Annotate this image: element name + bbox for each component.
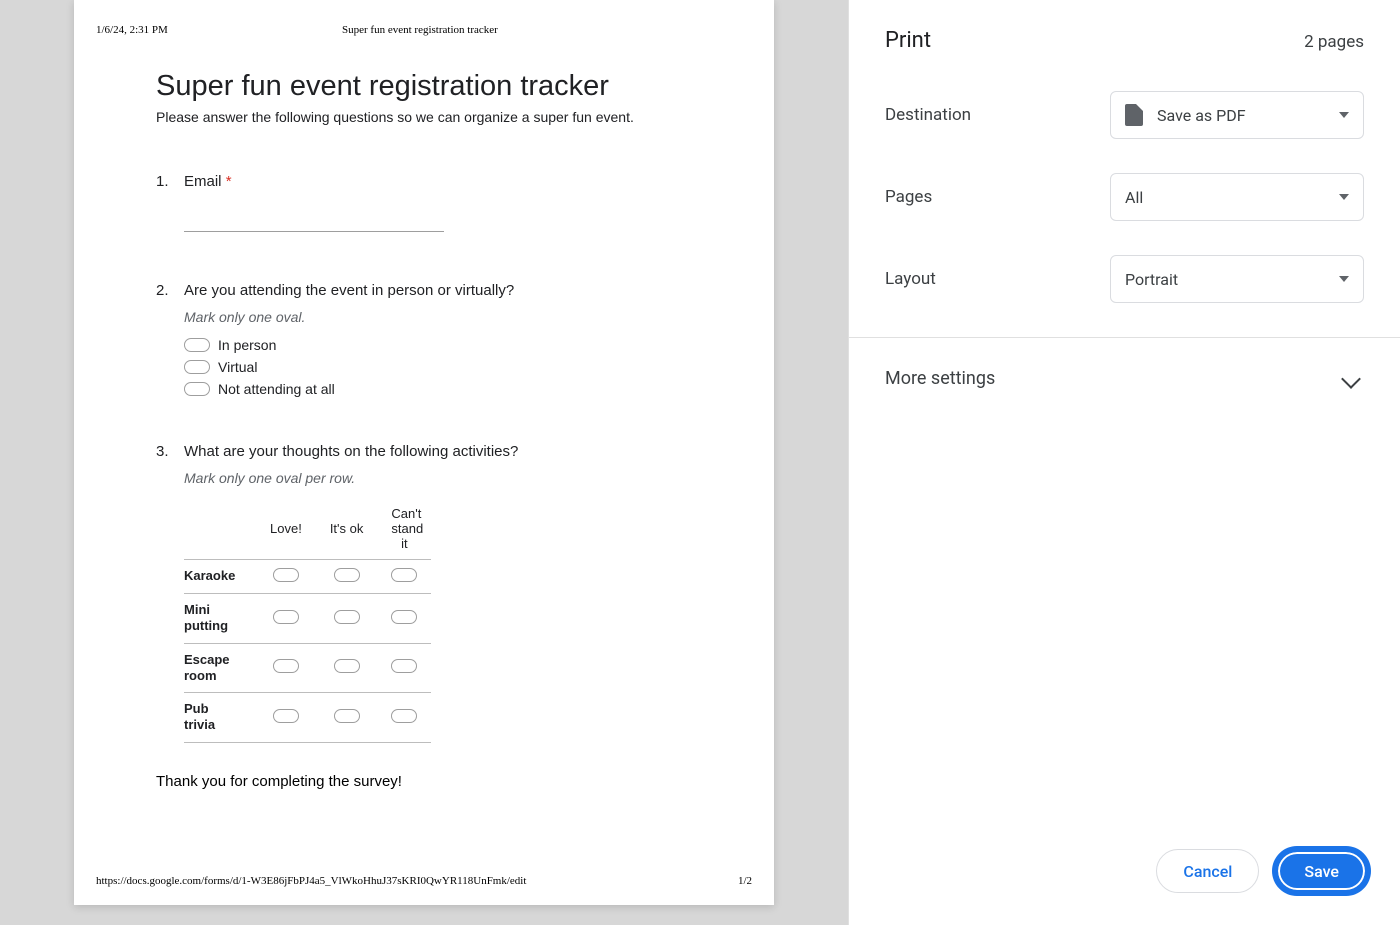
oval-icon	[184, 338, 210, 352]
option-label: Virtual	[218, 359, 257, 375]
grid-row: Pub trivia	[184, 693, 431, 743]
required-star: *	[226, 173, 232, 190]
option-label: In person	[218, 337, 276, 353]
oval-icon	[391, 659, 417, 673]
destination-select[interactable]: Save as PDF	[1110, 91, 1364, 139]
page-count: 2 pages	[1304, 32, 1364, 52]
chevron-down-icon	[1339, 112, 1349, 118]
question-2: 2. Are you attending the event in person…	[156, 282, 692, 403]
option-row: In person	[184, 337, 692, 353]
oval-icon	[334, 610, 360, 624]
question-text: Are you attending the event in person or…	[184, 282, 692, 299]
oval-icon	[184, 360, 210, 374]
oval-icon	[334, 568, 360, 582]
destination-label: Destination	[885, 105, 971, 125]
option-label: Not attending at all	[218, 381, 335, 397]
print-settings-panel: Print 2 pages Destination Save as PDF Pa…	[848, 0, 1400, 925]
oval-icon	[391, 709, 417, 723]
question-number: 1.	[156, 173, 184, 242]
page-timestamp: 1/6/24, 2:31 PM	[96, 24, 168, 36]
oval-icon	[184, 382, 210, 396]
pdf-icon	[1125, 104, 1143, 126]
grid-col-header: It's ok	[316, 498, 378, 560]
grid-row-label: Pub trivia	[184, 693, 256, 743]
question-hint: Mark only one oval.	[184, 309, 692, 325]
oval-icon	[273, 709, 299, 723]
layout-select[interactable]: Portrait	[1110, 255, 1364, 303]
page-header-title: Super fun event registration tracker	[168, 24, 672, 36]
grid-row: Mini putting	[184, 594, 431, 644]
more-settings-toggle[interactable]: More settings	[885, 338, 1364, 419]
grid-col-header: Can't stand it	[377, 498, 431, 560]
page-header: 1/6/24, 2:31 PM Super fun event registra…	[96, 24, 752, 36]
layout-label: Layout	[885, 269, 936, 289]
pages-value: All	[1125, 188, 1143, 207]
chevron-down-icon	[1341, 369, 1361, 389]
form-description: Please answer the following questions so…	[156, 109, 692, 125]
destination-value: Save as PDF	[1157, 106, 1246, 125]
save-button[interactable]: Save	[1275, 849, 1368, 893]
question-text: What are your thoughts on the following …	[184, 443, 692, 460]
pages-select[interactable]: All	[1110, 173, 1364, 221]
grid-row-label: Mini putting	[184, 594, 256, 644]
preview-page: 1/6/24, 2:31 PM Super fun event registra…	[74, 0, 774, 905]
layout-value: Portrait	[1125, 270, 1178, 289]
question-number: 2.	[156, 282, 184, 403]
question-text: Email	[184, 173, 222, 190]
grid-row-label: Escape room	[184, 643, 256, 693]
oval-icon	[391, 610, 417, 624]
page-footer: https://docs.google.com/forms/d/1-W3E86j…	[96, 875, 752, 887]
chevron-down-icon	[1339, 194, 1349, 200]
email-input-line	[184, 204, 444, 232]
oval-icon	[334, 659, 360, 673]
cancel-button[interactable]: Cancel	[1156, 849, 1259, 893]
pages-label: Pages	[885, 187, 932, 207]
more-settings-label: More settings	[885, 368, 995, 389]
chevron-down-icon	[1339, 276, 1349, 282]
oval-icon	[334, 709, 360, 723]
question-1: 1. Email *	[156, 173, 692, 242]
thank-you-text: Thank you for completing the survey!	[156, 773, 692, 790]
grid-row: Karaoke	[184, 560, 431, 594]
option-row: Not attending at all	[184, 381, 692, 397]
option-row: Virtual	[184, 359, 692, 375]
print-preview-area: 1/6/24, 2:31 PM Super fun event registra…	[0, 0, 848, 925]
grid-row: Escape room	[184, 643, 431, 693]
oval-icon	[273, 610, 299, 624]
question-3: 3. What are your thoughts on the followi…	[156, 443, 692, 743]
grid-col-header: Love!	[256, 498, 316, 560]
activity-grid: Love! It's ok Can't stand it Karaoke	[184, 498, 431, 743]
footer-url: https://docs.google.com/forms/d/1-W3E86j…	[96, 875, 526, 887]
oval-icon	[391, 568, 417, 582]
footer-page-number: 1/2	[738, 875, 752, 887]
question-number: 3.	[156, 443, 184, 743]
oval-icon	[273, 568, 299, 582]
form-title: Super fun event registration tracker	[156, 70, 692, 103]
oval-icon	[273, 659, 299, 673]
panel-title: Print	[885, 28, 931, 53]
question-hint: Mark only one oval per row.	[184, 470, 692, 486]
grid-row-label: Karaoke	[184, 560, 256, 594]
